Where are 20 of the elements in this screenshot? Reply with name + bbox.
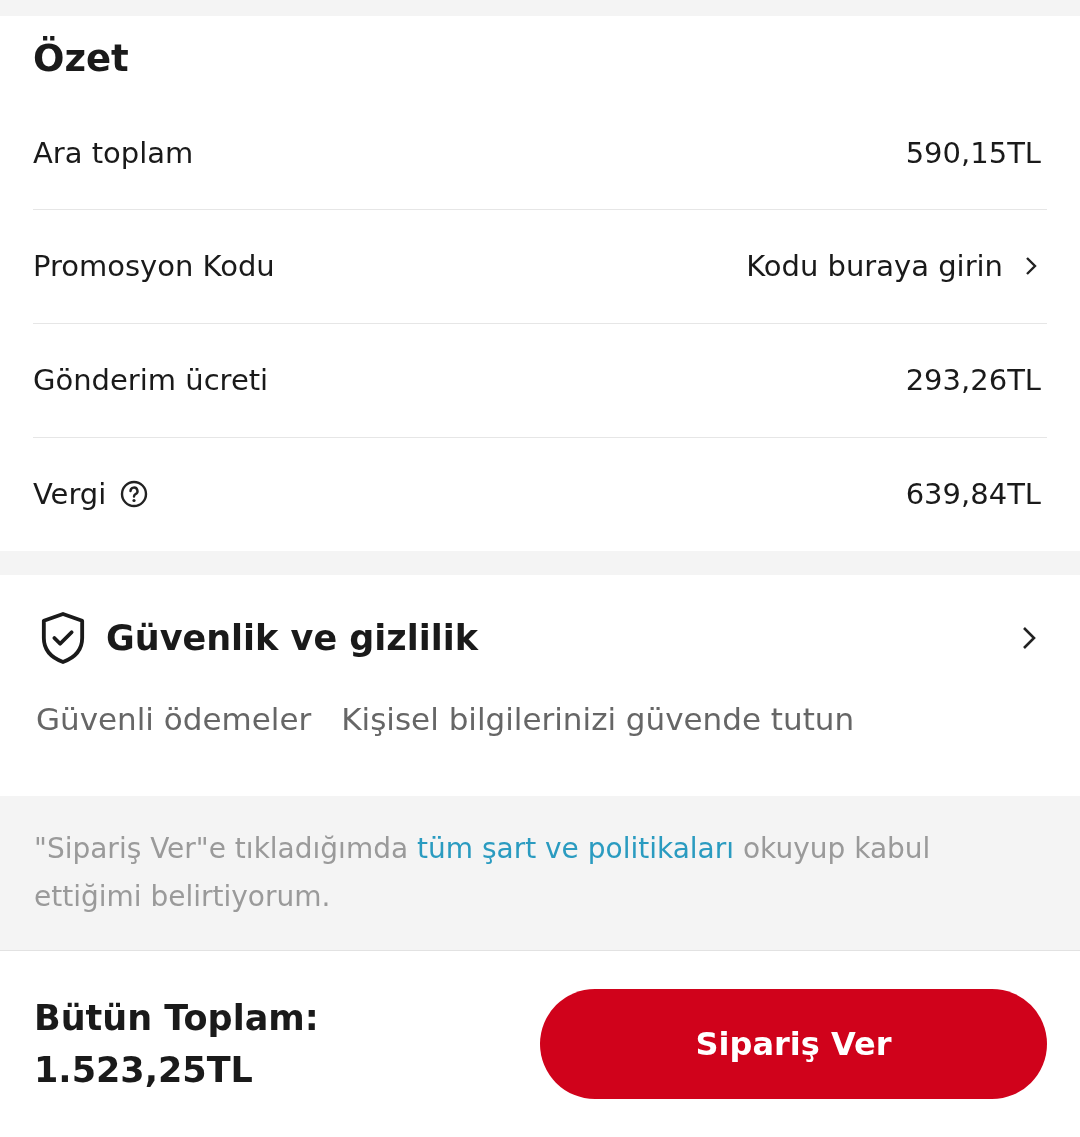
promo-code-link[interactable]: Kodu buraya girin (746, 248, 1047, 283)
place-order-button[interactable]: Sipariş Ver (540, 989, 1047, 1099)
row-label: Ara toplam (33, 135, 194, 170)
row-label: Vergi (33, 476, 107, 511)
row-label: Promosyon Kodu (33, 248, 275, 283)
security-header[interactable]: Güvenlik ve gizlilik (0, 575, 1080, 665)
chevron-right-icon (1025, 255, 1037, 276)
chevron-right-icon (1022, 626, 1036, 650)
row-value: 590,15TL (905, 135, 1041, 170)
total-value: 1.523,25TL (34, 1049, 254, 1092)
feature-text: Güvenli ödemeler (36, 701, 312, 737)
help-icon[interactable] (120, 479, 149, 508)
total-label: Bütün Toplam: (34, 997, 319, 1040)
summary-title: Özet (33, 35, 130, 82)
row-label: Gönderim ücreti (33, 362, 269, 397)
terms-notice: "Sipariş Ver"e tıkladığımda tüm şart ve politikaları okuyup kabul ettiğimi belirtiyorum. (34, 831, 932, 915)
shield-check-icon (40, 611, 86, 665)
feature-text: Kişisel bilgilerinizi güvende tutun (341, 701, 855, 737)
row-value: 639,84TL (905, 476, 1041, 511)
row-value: 293,26TL (905, 362, 1041, 397)
